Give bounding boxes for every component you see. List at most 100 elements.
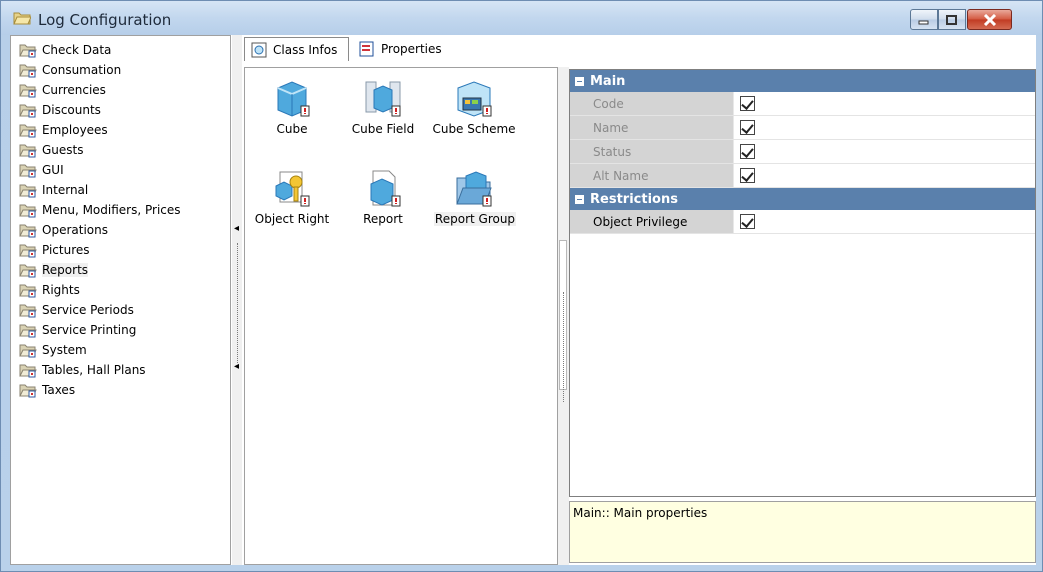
tree-item-label: Pictures [42, 243, 90, 257]
maximize-button[interactable] [938, 9, 966, 30]
property-value[interactable] [734, 210, 1035, 233]
tree-item[interactable]: System [11, 340, 230, 360]
folder-icon [19, 84, 37, 98]
tree-item[interactable]: Employees [11, 120, 230, 140]
property-row[interactable]: Object Privilege [570, 210, 1035, 234]
property-name: Name [570, 116, 734, 139]
property-value[interactable] [734, 92, 1035, 115]
tree-item[interactable]: Service Periods [11, 300, 230, 320]
cube-field-icon [365, 81, 401, 117]
property-name: Status [570, 140, 734, 163]
tab-properties[interactable]: Properties [353, 37, 443, 61]
tree-item[interactable]: Service Printing [11, 320, 230, 340]
folder-icon [19, 64, 37, 78]
collapse-icon[interactable] [575, 194, 584, 204]
tree-item[interactable]: Rights [11, 280, 230, 300]
class-item[interactable]: Cube [247, 74, 337, 160]
cube-scheme-icon [457, 81, 492, 117]
class-item[interactable]: Cube Scheme [429, 74, 519, 160]
property-row[interactable]: Name [570, 116, 1035, 140]
folder-icon [19, 324, 37, 338]
title-bar[interactable]: Log Configuration [1, 1, 1042, 35]
tree-item[interactable]: Discounts [11, 100, 230, 120]
folder-icon [19, 384, 37, 398]
class-item[interactable]: Cube Field [338, 74, 428, 160]
splitter-grip [237, 243, 238, 363]
checkbox-checked[interactable] [740, 214, 755, 229]
tree-item[interactable]: Menu, Modifiers, Prices [11, 200, 230, 220]
tree-item-label: Taxes [42, 383, 76, 397]
tree-item-label: Tables, Hall Plans [42, 363, 146, 377]
close-icon [983, 13, 996, 26]
property-row[interactable]: Alt Name [570, 164, 1035, 188]
collapse-left-icon-2[interactable]: ◂ [234, 361, 239, 372]
class-list-panel[interactable]: Cube Cube Field Cube Scheme Object Right Rep… [244, 67, 558, 565]
tree-item[interactable]: Consumation [11, 60, 230, 80]
property-row[interactable]: Status [570, 140, 1035, 164]
tree-item-label: Consumation [42, 63, 122, 77]
class-item-label: Object Right [254, 212, 330, 226]
folder-icon [19, 104, 37, 118]
tree-item-label: Service Periods [42, 303, 134, 317]
minimize-icon [918, 20, 929, 24]
minimize-button[interactable] [910, 9, 938, 30]
tree-item[interactable]: Operations [11, 220, 230, 240]
category-title: Main [590, 73, 626, 89]
checkbox-checked[interactable] [740, 96, 755, 111]
property-row[interactable]: Code [570, 92, 1035, 116]
property-value[interactable] [734, 140, 1035, 163]
category-header[interactable]: Main [570, 70, 1035, 92]
folder-icon [19, 224, 37, 238]
tree-item-label: Check Data [42, 43, 112, 57]
tree-item-label: Reports [42, 263, 89, 277]
property-value[interactable] [734, 116, 1035, 139]
left-splitter[interactable]: ◂ ◂ [232, 35, 242, 565]
tab-label: Class Infos [273, 42, 338, 57]
folder-icon [19, 364, 37, 378]
collapse-icon[interactable] [575, 76, 584, 86]
tree-item[interactable]: Tables, Hall Plans [11, 360, 230, 380]
class-item-label: Report [363, 212, 403, 226]
folder-icon [19, 344, 37, 358]
class-item[interactable]: Report Group [429, 164, 519, 250]
folder-icon [19, 204, 37, 218]
property-grid[interactable]: Main Code Name Status Alt Name Restrictions Ob… [569, 69, 1036, 497]
middle-splitter[interactable] [558, 67, 569, 565]
folder-icon [19, 144, 37, 158]
cube-icon [277, 81, 310, 117]
folder-icon [19, 184, 37, 198]
report-group-icon [456, 171, 492, 207]
tree-item[interactable]: Internal [11, 180, 230, 200]
maximize-icon [946, 14, 957, 25]
checkbox-checked[interactable] [740, 120, 755, 135]
folder-icon [19, 264, 37, 278]
tree-item[interactable]: Currencies [11, 80, 230, 100]
collapse-left-icon[interactable]: ◂ [234, 223, 239, 234]
close-button[interactable] [967, 9, 1012, 30]
property-name: Code [570, 92, 734, 115]
tree-item[interactable]: Guests [11, 140, 230, 160]
class-item-label: Cube Field [351, 122, 415, 136]
class-item[interactable]: Report [338, 164, 428, 250]
checkbox-checked[interactable] [740, 168, 755, 183]
tab-class-infos[interactable]: Class Infos [244, 37, 349, 61]
app-window: Log Configuration Check Data Consumation C… [0, 0, 1043, 572]
checkbox-checked[interactable] [740, 144, 755, 159]
tree-item[interactable]: Taxes [11, 380, 230, 400]
class-item[interactable]: Object Right [247, 164, 337, 250]
tab-label: Properties [381, 42, 442, 56]
tree-item[interactable]: GUI [11, 160, 230, 180]
category-tree[interactable]: Check Data Consumation Currencies Discounts… [10, 35, 231, 565]
tree-item-label: Discounts [42, 103, 101, 117]
property-value[interactable] [734, 164, 1035, 187]
tab-strip: Class Infos Properties [242, 37, 1036, 61]
tree-item[interactable]: Check Data [11, 40, 230, 60]
tree-item[interactable]: Pictures [11, 240, 230, 260]
category-header[interactable]: Restrictions [570, 188, 1035, 210]
object-right-icon [275, 171, 310, 207]
class-item-label: Cube [276, 122, 308, 136]
tree-item-label: Employees [42, 123, 108, 137]
tree-item[interactable]: Reports [11, 260, 230, 280]
class-item-label: Report Group [434, 212, 516, 226]
tree-item-label: Internal [42, 183, 89, 197]
